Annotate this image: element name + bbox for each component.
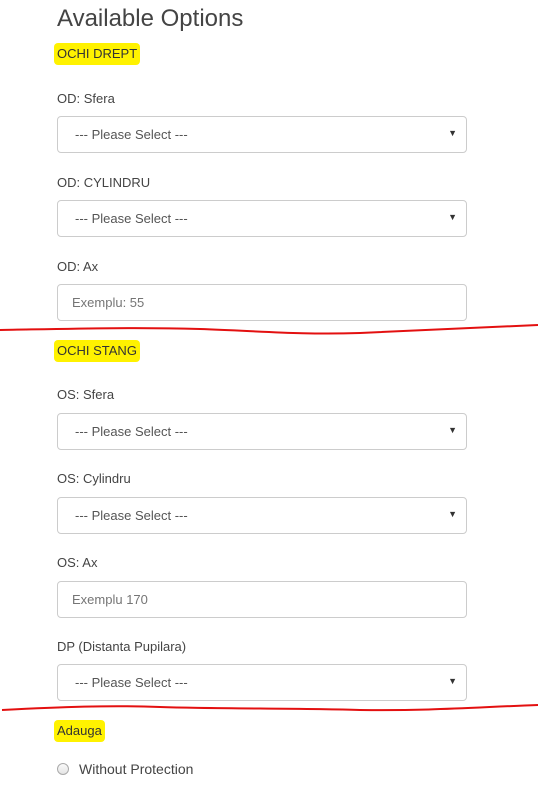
od-sphere-label: OD: Sfera: [57, 91, 115, 106]
caret-down-icon: ▼: [448, 128, 457, 138]
right-eye-section-label: OCHI DREPT: [54, 43, 141, 65]
od-sphere-select[interactable]: --- Please Select --- ▼: [57, 116, 467, 153]
od-cylinder-label: OD: CYLINDRU: [57, 175, 151, 190]
os-sphere-label: OS: Sfera: [57, 387, 115, 402]
caret-down-icon: ▼: [448, 509, 457, 519]
pd-label: DP (Distanta Pupilara): [57, 639, 187, 654]
os-cylinder-label: OS: Cylindru: [57, 471, 131, 486]
pd-selected-value: --- Please Select ---: [75, 675, 188, 690]
addition-section-label: Adauga: [54, 720, 105, 742]
caret-down-icon: ▼: [448, 212, 457, 222]
caret-down-icon: ▼: [448, 425, 457, 435]
od-cylinder-select[interactable]: --- Please Select --- ▼: [57, 200, 467, 237]
od-axis-input[interactable]: [57, 284, 467, 321]
radio-label: Without Protection: [79, 761, 194, 777]
os-axis-input[interactable]: [57, 581, 467, 618]
os-sphere-selected-value: --- Please Select ---: [75, 424, 188, 439]
left-eye-section-label: OCHI STANG: [54, 340, 140, 362]
od-sphere-selected-value: --- Please Select ---: [75, 127, 188, 142]
od-axis-label: OD: Ax: [57, 259, 99, 274]
os-cylinder-selected-value: --- Please Select ---: [75, 508, 188, 523]
radio-button[interactable]: [57, 763, 69, 775]
annotation-underline: [1, 704, 538, 712]
pd-select[interactable]: --- Please Select --- ▼: [57, 664, 467, 701]
os-cylinder-select[interactable]: --- Please Select --- ▼: [57, 497, 467, 534]
annotation-underline: [0, 324, 538, 335]
page-title: Available Options: [57, 5, 244, 32]
os-sphere-select[interactable]: --- Please Select --- ▼: [57, 413, 467, 450]
os-axis-label: OS: Ax: [57, 555, 98, 570]
caret-down-icon: ▼: [448, 676, 457, 686]
od-cylinder-selected-value: --- Please Select ---: [75, 211, 188, 226]
